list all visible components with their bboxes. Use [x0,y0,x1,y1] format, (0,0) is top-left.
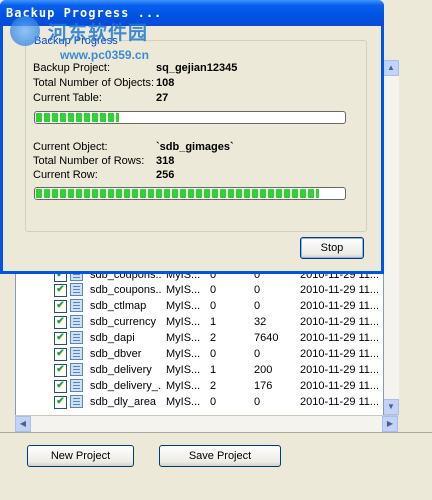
table-progress-fill [36,113,120,122]
table-icon [70,283,83,296]
table-type-cell: MyIS... [166,332,201,344]
table-name-cell: sdb_delivery [90,364,152,376]
table-type-cell: MyIS... [166,316,201,328]
table-date-cell: 2010-11-29 11... [300,284,380,296]
row-checkbox[interactable]: ✔ [54,316,67,329]
table-row[interactable]: ✔ sdb_coupons... MyIS... 0 0 2010-11-29 11... [16,283,383,299]
table-name-cell: sdb_delivery_... [90,380,162,392]
table-date-cell: 2010-11-29 11... [300,364,380,376]
total-rows-label: Total Number of Rows: [33,155,145,167]
table-row[interactable]: ✔ sdb_delivery_... MyIS... 2 176 2010-11-29 1… [16,379,383,395]
table-date-cell: 2010-11-29 11... [300,300,380,312]
table-col-b-cell: 176 [254,380,273,392]
row-checkbox[interactable]: ✔ [54,332,67,345]
table-date-cell: 2010-11-29 11... [300,396,380,408]
scroll-down-icon[interactable]: ▼ [383,399,399,415]
table-date-cell: 2010-11-29 11... [300,332,380,344]
dialog-bottom-border [0,271,384,274]
table-name-cell: sdb_dapi [90,332,135,344]
table-col-b-cell: 0 [254,396,261,408]
table-col-b-cell: 200 [254,364,273,376]
current-table-label: Current Table: [33,92,102,104]
row-checkbox[interactable]: ✔ [54,380,67,393]
stop-button[interactable]: Stop [300,237,364,259]
row-checkbox[interactable]: ✔ [54,396,67,409]
table-col-b-cell: 0 [254,300,261,312]
table-name-cell: sdb_dbver [90,348,142,360]
table-name-cell: sdb_currency [90,316,157,328]
row-checkbox[interactable]: ✔ [54,348,67,361]
row-progress-bar [34,187,346,200]
table-name-cell: sdb_ctlmap [90,300,147,312]
scroll-left-icon[interactable]: ◀ [15,416,31,432]
table-row[interactable]: ✔ sdb_dly_area MyIS... 0 0 2010-11-29 11... [16,395,383,411]
row-checkbox[interactable]: ✔ [54,284,67,297]
row-checkbox[interactable]: ✔ [54,364,67,377]
watermark-text: 河东软件园 [48,22,149,44]
objects-table: ✔ sdb_coupons... MyIS... 0 0 2010-11-29 11...… [15,268,384,416]
table-date-cell: 2010-11-29 11... [300,380,380,392]
table-row[interactable]: ✔ sdb_delivery MyIS... 1 200 2010-11-29 11... [16,363,383,379]
horizontal-scrollbar[interactable]: ◀ ▶ [15,415,398,432]
table-col-a-cell: 2 [210,332,217,344]
table-row[interactable]: ✔ sdb_dapi MyIS... 2 7640 2010-11-29 11... [16,331,383,347]
watermark-url: www.pc0359.cn [60,48,149,62]
divider [0,432,432,433]
table-type-cell: MyIS... [166,348,201,360]
table-type-cell: MyIS... [166,284,201,296]
scroll-up-icon[interactable]: ▲ [383,60,399,76]
table-icon [70,363,83,376]
new-project-button[interactable]: New Project [27,445,134,467]
table-icon [70,315,83,328]
table-name-cell: sdb_coupons... [90,284,162,296]
table-col-b-cell: 7640 [254,332,279,344]
table-type-cell: MyIS... [166,380,201,392]
table-col-a-cell: 0 [210,300,217,312]
current-object-value: `sdb_gimages` [156,141,234,153]
table-icon [70,347,83,360]
current-row-value: 256 [156,169,175,181]
table-icon [70,331,83,344]
scroll-right-icon[interactable]: ▶ [382,416,398,432]
table-name-cell: sdb_dly_area [90,396,157,408]
backup-project-value: sq_gejian12345 [156,62,238,74]
table-type-cell: MyIS... [166,396,201,408]
table-icon [70,379,83,392]
table-col-a-cell: 0 [210,284,217,296]
table-col-a-cell: 1 [210,364,217,376]
save-project-button[interactable]: Save Project [159,445,281,467]
total-objects-value: 108 [156,77,175,89]
dialog-body: Backup Progress Backup Project: sq_gejia… [3,26,381,271]
table-date-cell: 2010-11-29 11... [300,348,380,360]
table-progress-bar [34,111,346,124]
total-objects-label: Total Number of Objects: [33,77,155,89]
table-col-a-cell: 0 [210,396,217,408]
table-icon [70,299,83,312]
total-rows-value: 318 [156,155,175,167]
row-checkbox[interactable]: ✔ [54,300,67,313]
table-type-cell: MyIS... [166,300,201,312]
table-row[interactable]: ✔ sdb_ctlmap MyIS... 0 0 2010-11-29 11... [16,299,383,315]
table-col-a-cell: 1 [210,316,217,328]
current-row-label: Current Row: [33,169,98,181]
row-progress-fill [36,189,320,198]
table-col-b-cell: 0 [254,284,261,296]
table-row[interactable]: ✔ sdb_currency MyIS... 1 32 2010-11-29 11... [16,315,383,331]
table-date-cell: 2010-11-29 11... [300,316,380,328]
table-row[interactable]: ✔ sdb_dbver MyIS... 0 0 2010-11-29 11... [16,347,383,363]
current-object-label: Current Object: [33,141,108,153]
table-type-cell: MyIS... [166,364,201,376]
table-col-b-cell: 32 [254,316,267,328]
table-col-a-cell: 0 [210,348,217,360]
vertical-scrollbar[interactable]: ▲ ▼ [382,60,399,415]
watermark-logo-icon [10,16,40,46]
table-icon [70,395,83,408]
table-col-b-cell: 0 [254,348,261,360]
table-col-a-cell: 2 [210,380,217,392]
current-table-value: 27 [156,92,169,104]
backup-project-label: Backup Project: [33,62,111,74]
